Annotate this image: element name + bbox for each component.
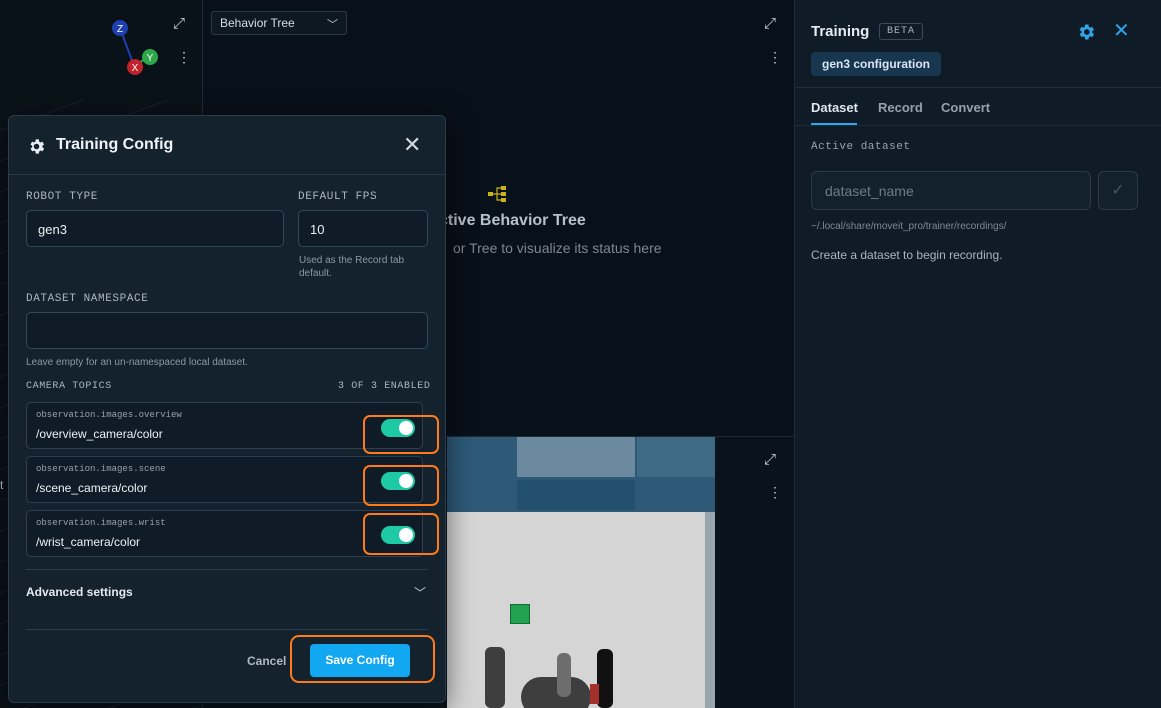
highlight-box xyxy=(363,513,439,555)
close-modal-icon[interactable]: ✕ xyxy=(403,134,421,156)
chevron-down-icon: ﹀ xyxy=(327,19,338,31)
behavior-tree-icon xyxy=(488,186,506,202)
chevron-down-icon[interactable]: ﹀ xyxy=(414,584,426,601)
advanced-settings-toggle[interactable]: Advanced settings xyxy=(26,585,133,599)
view-select[interactable]: Behavior Tree ﹀ xyxy=(211,11,347,35)
tab-dataset[interactable]: Dataset xyxy=(811,100,858,115)
gripper-right xyxy=(597,649,613,708)
axis-gizmo: Z Y X xyxy=(108,18,162,76)
axis-z-label: Z xyxy=(117,24,123,35)
expand-icon[interactable]: ⤢ xyxy=(764,452,776,467)
app-root: Z Y X ⤢ ⋮ t Behavior Tree ﹀ ⤢ ⋮ ctive Be… xyxy=(0,0,1161,708)
robot-type-label: ROBOT TYPE xyxy=(26,191,99,203)
section-divider xyxy=(26,569,428,570)
more-vertical-icon[interactable]: ⋮ xyxy=(768,50,782,65)
gripper-base xyxy=(521,677,591,708)
gripper-left xyxy=(485,647,505,708)
cancel-button[interactable]: Cancel xyxy=(247,654,286,668)
camera-tile xyxy=(637,437,715,477)
expand-icon[interactable]: ⤢ xyxy=(764,16,776,31)
robot-type-input[interactable]: gen3 xyxy=(26,210,284,247)
red-block xyxy=(590,684,599,704)
settings-gear-icon xyxy=(30,139,45,154)
camera-topic: /wrist_camera/color xyxy=(36,535,141,549)
tabs-divider xyxy=(795,125,1161,126)
recordings-path: ~/.local/share/moveit_pro/trainer/record… xyxy=(811,221,1007,232)
empty-state-subtitle: or Tree to visualize its status here xyxy=(453,240,662,256)
beta-badge: BETA xyxy=(879,23,924,40)
expand-icon[interactable]: ⤢ xyxy=(173,16,185,31)
tab-record[interactable]: Record xyxy=(878,100,923,115)
dataset-namespace-label: DATASET NAMESPACE xyxy=(26,293,149,305)
default-fps-input[interactable]: 10 xyxy=(298,210,428,247)
axis-x-label: X xyxy=(132,63,139,74)
camera-key: observation.images.overview xyxy=(36,410,182,420)
gripper-finger xyxy=(557,653,571,697)
tab-convert[interactable]: Convert xyxy=(941,100,990,115)
dataset-name-input[interactable]: dataset_name xyxy=(811,171,1091,210)
highlight-box xyxy=(290,635,435,683)
camera-key: observation.images.wrist xyxy=(36,518,166,528)
camera-enabled-count: 3 OF 3 ENABLED xyxy=(338,381,431,392)
empty-dataset-hint: Create a dataset to begin recording. xyxy=(811,248,1003,262)
dataset-namespace-input[interactable] xyxy=(26,312,428,349)
modal-header-divider xyxy=(9,174,445,175)
camera-key: observation.images.scene xyxy=(36,464,166,474)
edge-letter: t xyxy=(0,478,4,492)
view-select-value: Behavior Tree xyxy=(220,16,295,30)
default-fps-label: DEFAULT FPS xyxy=(298,191,378,203)
camera-image xyxy=(447,437,715,708)
training-title: Training xyxy=(811,23,870,40)
checkmark-icon: ✓ xyxy=(1111,182,1125,199)
more-vertical-icon[interactable]: ⋮ xyxy=(177,50,191,65)
more-vertical-icon[interactable]: ⋮ xyxy=(768,485,782,500)
settings-gear-icon[interactable] xyxy=(1076,22,1096,42)
active-dataset-label: Active dataset xyxy=(811,141,911,153)
fps-help-text: Used as the Record tab default. xyxy=(299,255,405,279)
close-panel-icon[interactable]: ✕ xyxy=(1113,21,1130,41)
highlight-box xyxy=(363,465,439,506)
green-cube xyxy=(510,604,530,624)
highlight-box xyxy=(363,415,439,454)
empty-state-title: ctive Behavior Tree xyxy=(439,212,586,229)
config-chip[interactable]: gen3 configuration xyxy=(811,52,941,76)
training-config-modal: Training Config ✕ ROBOT TYPE gen3 DEFAUL… xyxy=(8,115,446,703)
modal-title: Training Config xyxy=(56,136,174,153)
camera-topic: /scene_camera/color xyxy=(36,481,148,495)
panel-divider xyxy=(795,87,1161,88)
section-divider xyxy=(26,629,428,630)
training-panel: Training BETA ✕ gen3 configuration Datas… xyxy=(794,0,1161,708)
camera-topics-label: CAMERA TOPICS xyxy=(26,381,112,392)
camera-tile xyxy=(517,437,635,477)
namespace-help-text: Leave empty for an un-namespaced local d… xyxy=(26,357,248,368)
camera-topic: /overview_camera/color xyxy=(36,427,163,441)
axis-y-label: Y xyxy=(147,53,154,64)
confirm-dataset-button[interactable]: ✓ xyxy=(1098,171,1138,210)
camera-tile xyxy=(517,480,635,510)
